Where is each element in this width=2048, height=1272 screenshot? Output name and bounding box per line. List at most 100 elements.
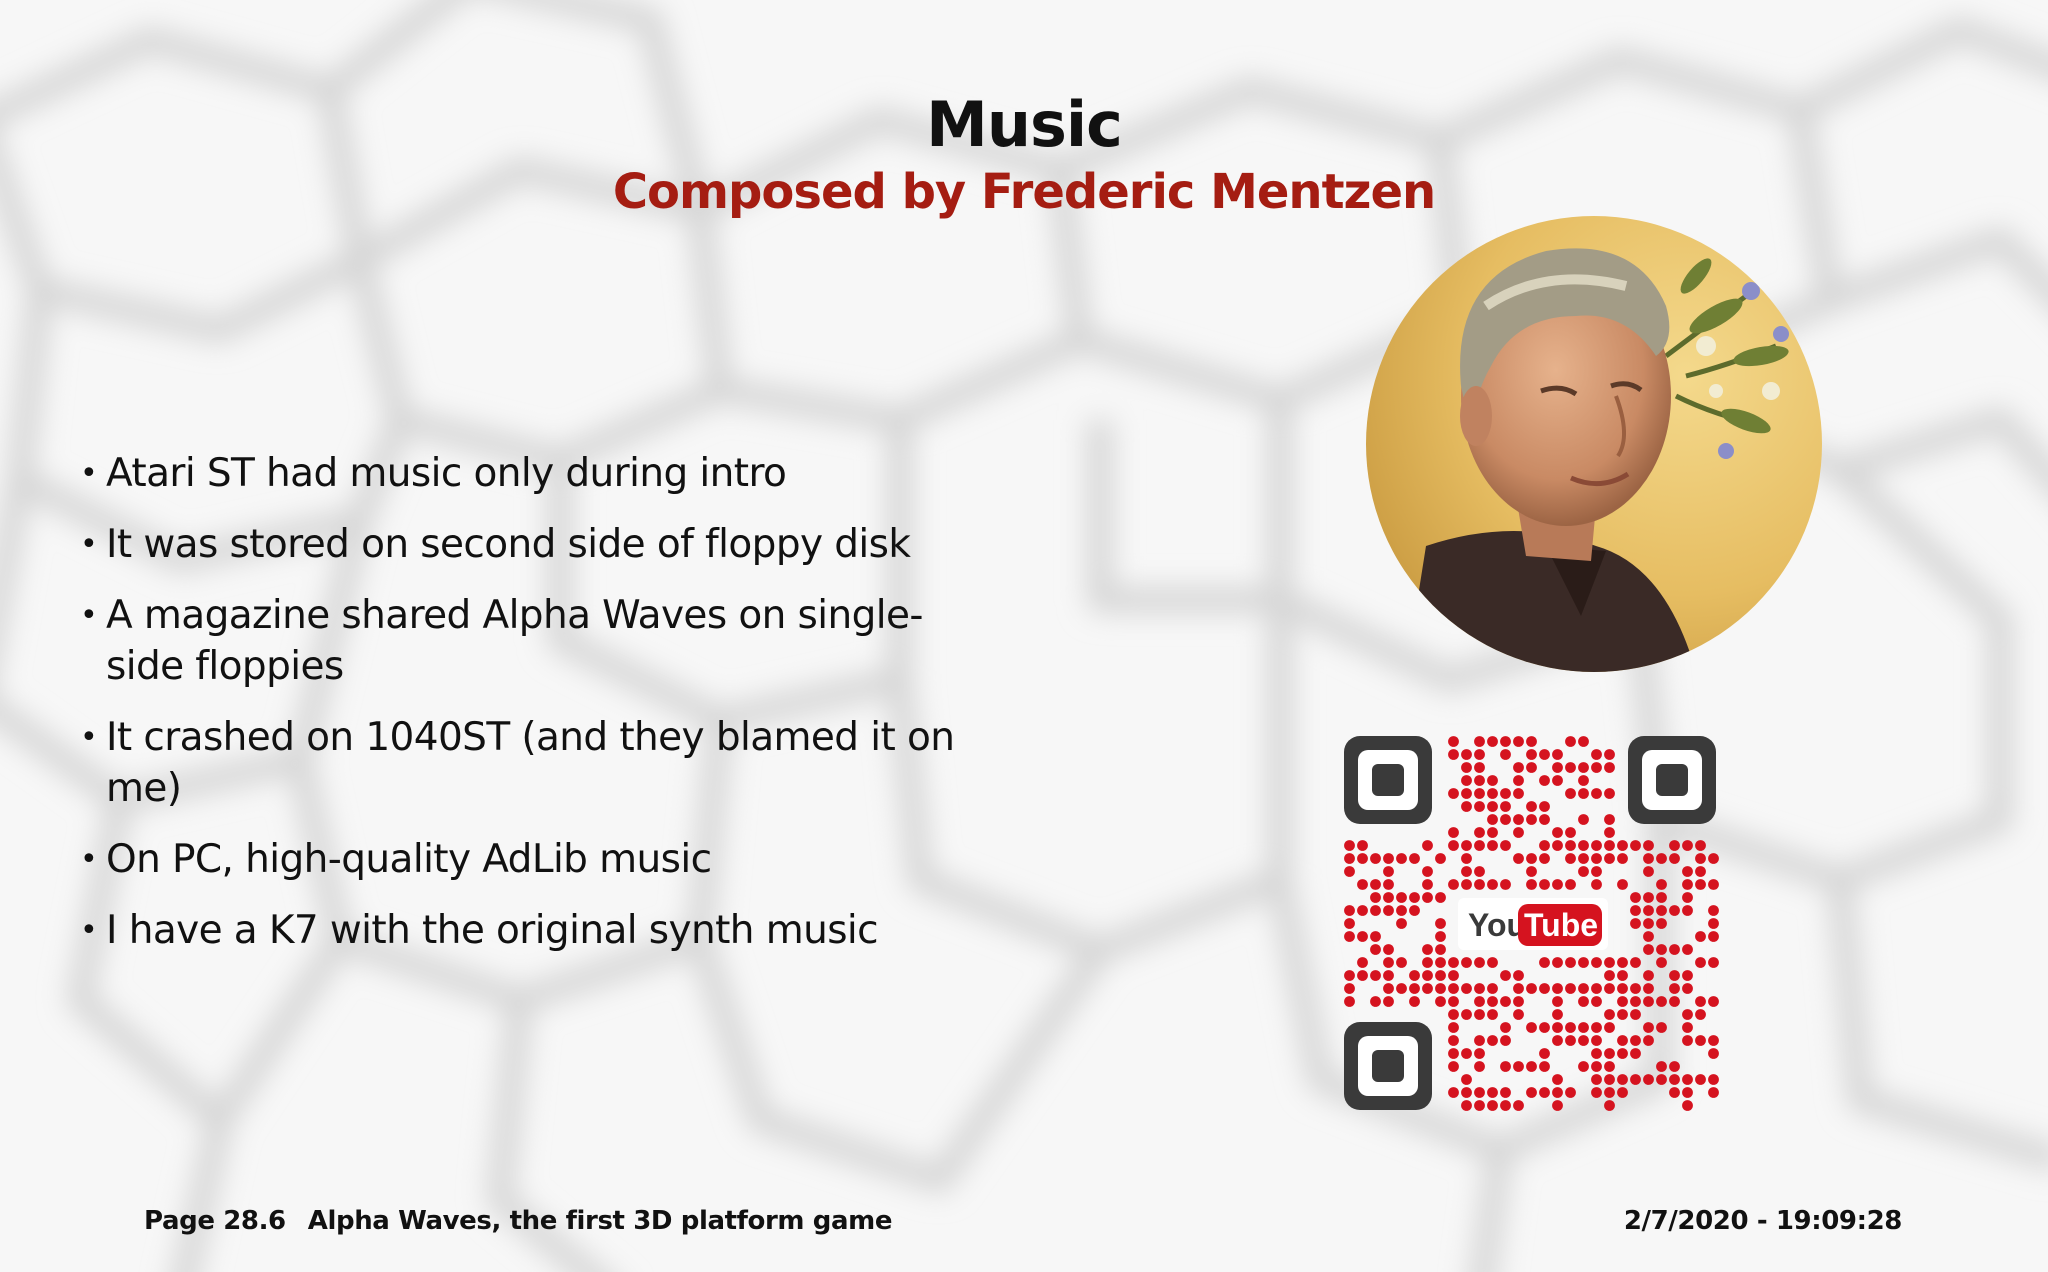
qr-module bbox=[1448, 970, 1459, 981]
qr-module bbox=[1422, 879, 1433, 890]
bullet-dot: • bbox=[80, 456, 98, 491]
qr-module bbox=[1669, 905, 1680, 916]
qr-module bbox=[1448, 1009, 1459, 1020]
deck-title: Alpha Waves, the first 3D platform game bbox=[307, 1206, 893, 1236]
youtube-logo-icon: You Tube bbox=[1458, 898, 1608, 950]
qr-module bbox=[1487, 1009, 1498, 1020]
bullet-text: Atari ST had music only during intro bbox=[106, 451, 787, 496]
qr-module bbox=[1591, 1048, 1602, 1059]
qr-module bbox=[1604, 970, 1615, 981]
qr-module bbox=[1513, 775, 1524, 786]
qr-module bbox=[1461, 1074, 1472, 1085]
qr-module bbox=[1565, 1022, 1576, 1033]
qr-module bbox=[1357, 840, 1368, 851]
qr-module bbox=[1383, 879, 1394, 890]
qr-module bbox=[1474, 775, 1485, 786]
qr-module bbox=[1344, 996, 1355, 1007]
qr-module bbox=[1539, 983, 1550, 994]
qr-module bbox=[1643, 931, 1654, 942]
qr-module bbox=[1617, 1074, 1628, 1085]
qr-module bbox=[1539, 1048, 1550, 1059]
qr-module bbox=[1708, 996, 1719, 1007]
qr-module bbox=[1695, 1035, 1706, 1046]
qr-module bbox=[1695, 957, 1706, 968]
qr-module bbox=[1578, 1022, 1589, 1033]
qr-module bbox=[1370, 905, 1381, 916]
qr-module bbox=[1344, 931, 1355, 942]
bullet-item: • I have a K7 with the original synth mus… bbox=[80, 905, 1000, 956]
qr-module bbox=[1617, 983, 1628, 994]
qr-module bbox=[1500, 970, 1511, 981]
qr-module bbox=[1630, 1009, 1641, 1020]
qr-module bbox=[1344, 983, 1355, 994]
qr-module bbox=[1409, 970, 1420, 981]
qr-module bbox=[1487, 879, 1498, 890]
bullet-dot: • bbox=[80, 527, 98, 562]
qr-module bbox=[1513, 1009, 1524, 1020]
qr-module bbox=[1487, 814, 1498, 825]
qr-module bbox=[1461, 866, 1472, 877]
qr-module bbox=[1513, 762, 1524, 773]
qr-module bbox=[1552, 1009, 1563, 1020]
qr-module bbox=[1539, 801, 1550, 812]
qr-module bbox=[1552, 1022, 1563, 1033]
bullet-text: On PC, high-quality AdLib music bbox=[106, 837, 712, 882]
qr-module bbox=[1630, 918, 1641, 929]
youtube-logo-you: You bbox=[1468, 907, 1526, 943]
qr-module bbox=[1669, 944, 1680, 955]
qr-module bbox=[1552, 840, 1563, 851]
qr-module bbox=[1435, 918, 1446, 929]
qr-module bbox=[1695, 931, 1706, 942]
qr-module bbox=[1487, 1035, 1498, 1046]
qr-module bbox=[1578, 736, 1589, 747]
qr-module bbox=[1513, 970, 1524, 981]
qr-module bbox=[1357, 879, 1368, 890]
qr-module bbox=[1604, 1100, 1615, 1111]
qr-module bbox=[1591, 957, 1602, 968]
qr-module bbox=[1604, 827, 1615, 838]
qr-module bbox=[1552, 762, 1563, 773]
qr-module bbox=[1591, 788, 1602, 799]
qr-module bbox=[1669, 1061, 1680, 1072]
qr-module bbox=[1708, 1074, 1719, 1085]
qr-module bbox=[1604, 1022, 1615, 1033]
qr-module bbox=[1682, 892, 1693, 903]
qr-module bbox=[1656, 996, 1667, 1007]
qr-module bbox=[1656, 905, 1667, 916]
qr-module bbox=[1383, 983, 1394, 994]
qr-module bbox=[1708, 957, 1719, 968]
qr-module bbox=[1448, 840, 1459, 851]
qr-module bbox=[1526, 853, 1537, 864]
qr-module bbox=[1487, 775, 1498, 786]
qr-module bbox=[1487, 996, 1498, 1007]
qr-module bbox=[1526, 749, 1537, 760]
qr-module bbox=[1344, 866, 1355, 877]
qr-module bbox=[1383, 853, 1394, 864]
qr-module bbox=[1591, 1022, 1602, 1033]
qr-module bbox=[1552, 957, 1563, 968]
qr-module bbox=[1526, 801, 1537, 812]
qr-module bbox=[1539, 853, 1550, 864]
bullet-text: It was stored on second side of floppy d… bbox=[106, 522, 911, 567]
qr-module bbox=[1500, 736, 1511, 747]
qr-module bbox=[1565, 853, 1576, 864]
youtube-qr-code-icon[interactable]: You Tube bbox=[1340, 732, 1720, 1114]
qr-module bbox=[1682, 983, 1693, 994]
qr-module bbox=[1370, 853, 1381, 864]
qr-module bbox=[1604, 749, 1615, 760]
qr-module bbox=[1591, 879, 1602, 890]
qr-module bbox=[1344, 905, 1355, 916]
qr-module bbox=[1461, 983, 1472, 994]
qr-module bbox=[1695, 1074, 1706, 1085]
qr-module bbox=[1383, 996, 1394, 1007]
qr-module bbox=[1474, 1009, 1485, 1020]
qr-module bbox=[1396, 905, 1407, 916]
qr-module bbox=[1474, 957, 1485, 968]
qr-module bbox=[1708, 1087, 1719, 1098]
qr-module bbox=[1383, 905, 1394, 916]
qr-module bbox=[1422, 957, 1433, 968]
qr-module bbox=[1578, 840, 1589, 851]
qr-module bbox=[1617, 1087, 1628, 1098]
qr-module bbox=[1461, 775, 1472, 786]
qr-module bbox=[1396, 853, 1407, 864]
